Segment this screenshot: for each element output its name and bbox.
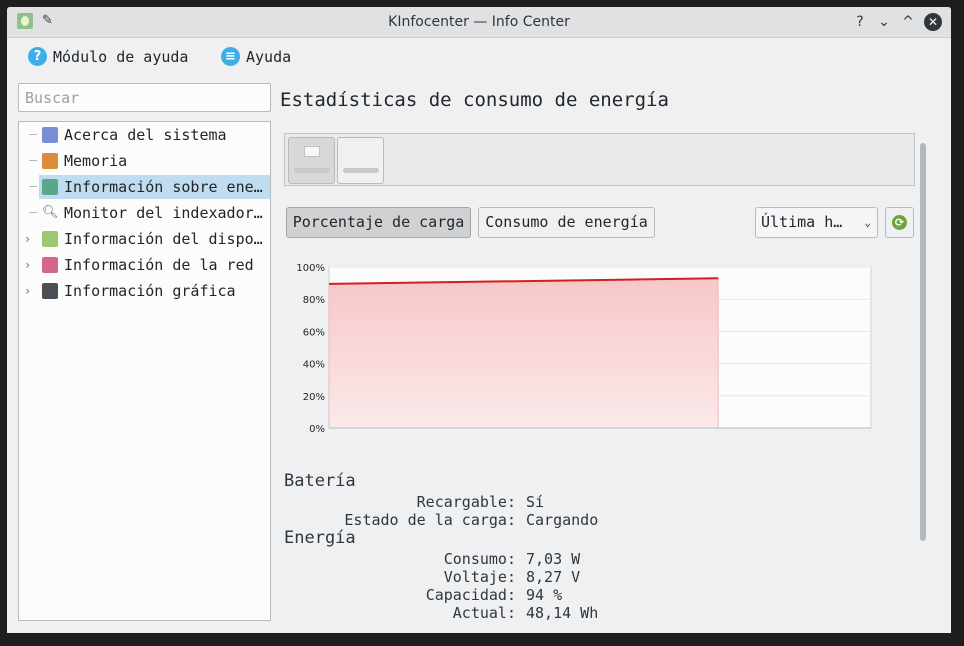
current-energy-value: 48,14 Wh: [526, 604, 599, 622]
current-energy-label: Actual:: [452, 604, 516, 622]
series-area: [328, 277, 719, 429]
y-tick-label: 80%: [303, 295, 325, 306]
y-tick-label: 100%: [296, 263, 325, 274]
tree-branch: [29, 134, 37, 135]
sidebar-item-energy[interactable]: Información sobre ene…: [19, 175, 270, 199]
y-tick-label: 20%: [303, 392, 325, 403]
page-title: Estadísticas de consumo de energía: [280, 89, 669, 111]
time-range-select[interactable]: Última h… ⌄: [755, 207, 878, 238]
sidebar-item-label: Acerca del sistema: [64, 126, 227, 144]
rechargeable-label: Recargable:: [416, 493, 516, 511]
chart-svg: 100% 80% 60% 40% 20% 0%: [296, 263, 872, 435]
time-range-value: Última h…: [761, 213, 843, 231]
module-tree: Acerca del sistema Memoria Información s…: [18, 121, 271, 621]
sidebar-item-label: Información sobre ene…: [64, 178, 263, 196]
chevron-right-icon[interactable]: ›: [24, 253, 31, 277]
sidebar-item-label: Monitor del indexador…: [64, 204, 263, 222]
voltage-value: 8,27 V: [526, 568, 581, 586]
charge-chart: 100% 80% 60% 40% 20% 0%: [287, 259, 877, 439]
titlebar[interactable]: ✎ KInfocenter — Info Center ? ⌄ ^ ✕: [7, 7, 951, 38]
battery-section: Batería: [284, 471, 356, 491]
app-window: ✎ KInfocenter — Info Center ? ⌄ ^ ✕ ? Mó…: [7, 7, 951, 633]
menubar: ? Módulo de ayuda ≡ Ayuda: [7, 38, 951, 74]
device-level-bar: [294, 168, 330, 173]
chevron-right-icon[interactable]: ›: [24, 279, 31, 303]
sidebar-item-label: Memoria: [64, 152, 128, 170]
tree-item-wrapper: Acerca del sistema: [39, 123, 270, 147]
sidebar-item-graphics[interactable]: › Información gráfica: [19, 279, 270, 303]
sidebar-item-indexer[interactable]: 🔍︎ Monitor del indexador…: [19, 201, 270, 225]
energy-heading: Energía: [284, 528, 356, 548]
tab-power-consumption[interactable]: Consumo de energía: [478, 207, 655, 238]
capacity-label: Capacidad:: [425, 586, 516, 604]
search-box[interactable]: [18, 83, 271, 112]
tree-branch: [29, 186, 37, 187]
charge-state-value: Cargando: [526, 511, 599, 529]
sidebar-item-memory[interactable]: Memoria: [19, 149, 270, 173]
device-info-icon: [42, 231, 58, 247]
energy-section: Energía: [284, 528, 356, 548]
help-menu-label: Ayuda: [246, 47, 292, 66]
memory-icon: [42, 153, 58, 169]
y-tick-label: 0%: [309, 424, 325, 435]
sidebar-item-network[interactable]: › Información de la red: [19, 253, 270, 277]
tree-item-wrapper: Información de la red: [39, 253, 270, 277]
minimize-button[interactable]: ⌄: [874, 12, 894, 32]
help-module-label: Módulo de ayuda: [53, 47, 189, 66]
tree-item-wrapper: Memoria: [39, 149, 270, 173]
charge-state-label: Estado de la carga:: [344, 511, 516, 529]
help-button[interactable]: ?: [850, 12, 870, 32]
indexer-magnifier-icon: 🔍︎: [42, 205, 59, 220]
ac-adapter-device-button[interactable]: [288, 137, 335, 184]
refresh-button[interactable]: ⟳: [885, 207, 914, 238]
network-icon: [42, 257, 58, 273]
help-module-menu[interactable]: ? Módulo de ayuda: [28, 47, 188, 66]
tree-item-wrapper: 🔍︎ Monitor del indexador…: [39, 201, 270, 225]
sidebar-item-label: Información gráfica: [64, 282, 236, 300]
consumption-label: Consumo:: [443, 550, 516, 568]
y-tick-label: 40%: [303, 360, 325, 371]
sidebar-item-label: Información de la red: [64, 256, 254, 274]
search-input[interactable]: [19, 84, 267, 112]
sidebar-item-label: Información del dispo…: [64, 230, 263, 248]
tree-branch: [29, 160, 37, 161]
refresh-icon: ⟳: [892, 215, 907, 230]
graphics-icon: [42, 283, 58, 299]
tree-item-wrapper: Información gráfica: [39, 279, 270, 303]
voltage-label: Voltaje:: [443, 568, 516, 586]
about-system-icon: [42, 127, 58, 143]
chevron-down-icon: ⌄: [864, 216, 871, 229]
sidebar-item-about-system[interactable]: Acerca del sistema: [19, 123, 270, 147]
battery-level-bar: [343, 168, 379, 173]
maximize-button[interactable]: ^: [898, 12, 918, 32]
help-menu[interactable]: ≡ Ayuda: [221, 47, 291, 66]
y-tick-label: 60%: [303, 327, 325, 338]
close-button[interactable]: ✕: [924, 13, 942, 31]
tree-item-wrapper: Información del dispo…: [39, 227, 270, 251]
tree-item-wrapper: Información sobre ene…: [39, 175, 270, 199]
energy-icon: [42, 179, 58, 195]
tab-charge-percent[interactable]: Porcentaje de carga: [286, 207, 471, 238]
rechargeable-value: Sí: [526, 493, 545, 511]
capacity-value: 94 %: [526, 586, 563, 604]
ac-adapter-icon: [304, 146, 320, 157]
sidebar-item-device-info[interactable]: › Información del dispo…: [19, 227, 270, 251]
chevron-right-icon[interactable]: ›: [24, 227, 31, 251]
menu-icon: ≡: [221, 47, 240, 66]
window-title: KInfocenter — Info Center: [388, 14, 570, 30]
device-selector: [284, 133, 915, 186]
help-circle-icon: ?: [28, 47, 47, 66]
battery-device-button[interactable]: [337, 137, 384, 184]
tree-branch: [29, 212, 37, 213]
battery-heading: Batería: [284, 471, 356, 491]
consumption-value: 7,03 W: [526, 550, 581, 568]
vertical-scrollbar[interactable]: [920, 143, 926, 541]
